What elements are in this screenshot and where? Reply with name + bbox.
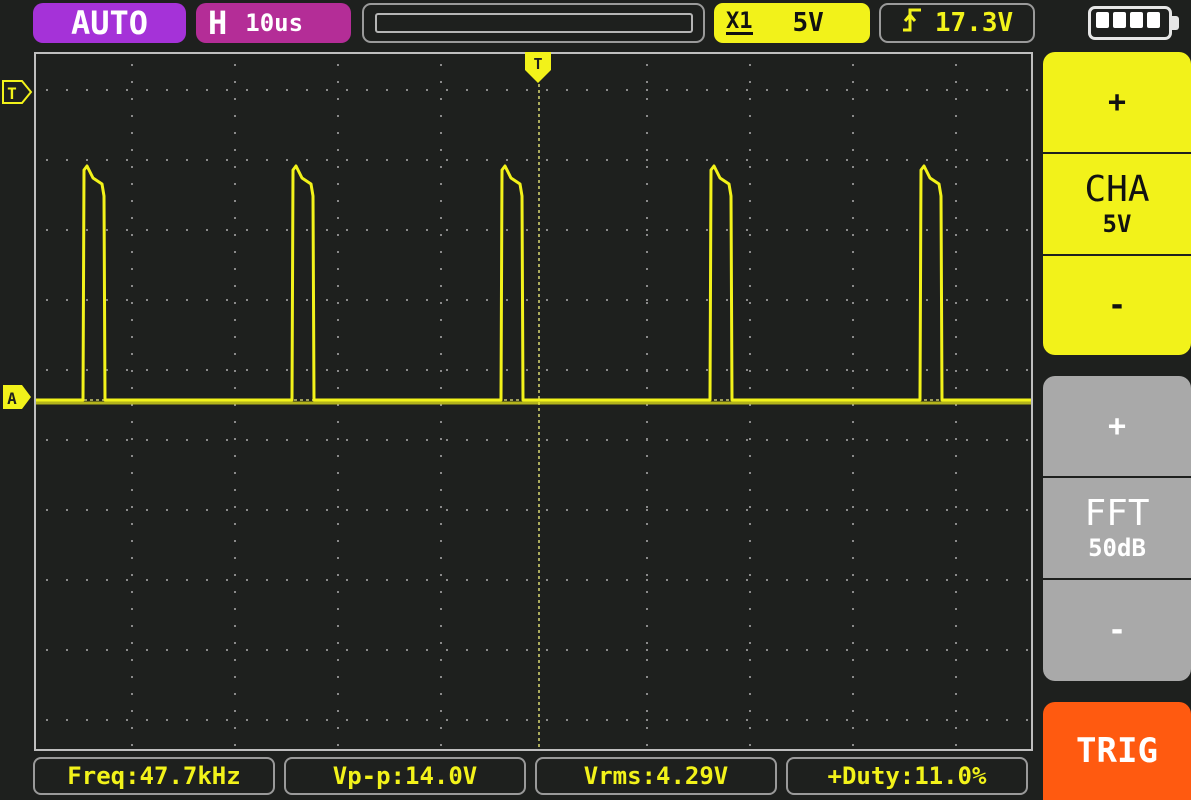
plus-icon: + bbox=[1107, 84, 1127, 120]
channel-a-trace bbox=[36, 164, 1031, 402]
fft-scale: 50dB bbox=[1088, 534, 1146, 562]
timebase-value: 10us bbox=[245, 9, 304, 37]
vrms-value: Vrms:4.29V bbox=[583, 762, 729, 790]
scope-screen bbox=[34, 52, 1033, 751]
channel-a-scale: 5V bbox=[1102, 210, 1132, 238]
trig-button-label: TRIG bbox=[1076, 731, 1158, 771]
minus-icon: - bbox=[1107, 613, 1127, 648]
plus-icon: + bbox=[1107, 408, 1127, 444]
left-markers: T A bbox=[2, 80, 33, 409]
svg-text:T: T bbox=[7, 84, 17, 103]
trig-button[interactable]: TRIG bbox=[1043, 702, 1191, 800]
frequency-readout: Freq:47.7kHz bbox=[33, 757, 275, 795]
probe-attenuation: X1 bbox=[726, 8, 753, 35]
duty-readout: +Duty:11.0% bbox=[786, 757, 1028, 795]
trigger-mode-label: AUTO bbox=[70, 4, 149, 42]
trigger-position-marker[interactable]: T bbox=[524, 52, 552, 84]
channel-a-panel: + CHA 5V - bbox=[1043, 52, 1191, 355]
waveform-display bbox=[36, 54, 1031, 749]
channel-a-title: CHA bbox=[1084, 169, 1150, 210]
trigger-mode-badge[interactable]: AUTO bbox=[33, 3, 186, 43]
trigger-level-marker[interactable]: T bbox=[2, 80, 33, 104]
trigger-level-badge[interactable]: 17.3V bbox=[879, 3, 1035, 43]
minus-icon: - bbox=[1107, 288, 1127, 323]
timebase-badge[interactable]: H 10us bbox=[196, 3, 351, 43]
frequency-value: Freq:47.7kHz bbox=[67, 762, 241, 790]
volts-down-button[interactable]: - bbox=[1043, 256, 1191, 355]
fft-button[interactable]: FFT 50dB bbox=[1043, 478, 1191, 578]
vrms-readout: Vrms:4.29V bbox=[535, 757, 777, 795]
status-bar: AUTO H 10us X1 5V 17.3V bbox=[0, 0, 1191, 48]
trigger-level-value: 17.3V bbox=[934, 8, 1014, 38]
fft-title: FFT bbox=[1084, 493, 1150, 534]
battery-icon bbox=[1088, 6, 1182, 40]
memory-window bbox=[374, 13, 693, 33]
duty-value: +Duty:11.0% bbox=[827, 762, 987, 790]
vpp-value: Vp-p:14.0V bbox=[332, 762, 478, 790]
rising-edge-icon bbox=[901, 7, 923, 40]
volts-per-div: 5V bbox=[792, 8, 824, 38]
fft-panel: + FFT 50dB - bbox=[1043, 376, 1191, 681]
channel-a-button[interactable]: CHA 5V bbox=[1043, 154, 1191, 254]
memory-position-bar[interactable] bbox=[362, 3, 705, 43]
svg-text:A: A bbox=[7, 389, 17, 408]
fft-down-button[interactable]: - bbox=[1043, 580, 1191, 681]
channel-badge[interactable]: X1 5V bbox=[714, 3, 870, 43]
volts-up-button[interactable]: + bbox=[1043, 52, 1191, 152]
vpp-readout: Vp-p:14.0V bbox=[284, 757, 526, 795]
svg-text:T: T bbox=[533, 55, 542, 73]
timebase-prefix: H bbox=[208, 4, 228, 42]
fft-up-button[interactable]: + bbox=[1043, 376, 1191, 476]
channel-a-marker[interactable]: A bbox=[3, 385, 31, 409]
